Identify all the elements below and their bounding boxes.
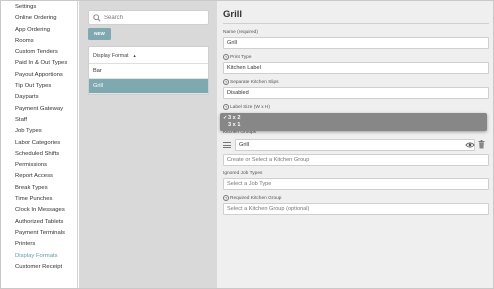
trash-icon[interactable] bbox=[478, 140, 485, 149]
sidebar-item[interactable]: Tip Out Types bbox=[2, 81, 77, 92]
sidebar-item[interactable]: Printers bbox=[2, 239, 77, 250]
help-icon[interactable]: ? bbox=[223, 79, 229, 85]
sidebar-item[interactable]: Payment Gateway bbox=[2, 104, 77, 115]
sidebar-item[interactable]: Payout Apportions bbox=[2, 70, 77, 81]
eye-icon[interactable] bbox=[465, 141, 475, 149]
app-window: Settings Online Ordering App Ordering Rooms… bbox=[0, 0, 494, 289]
kitchen-group-select[interactable]: Create or Select a Kitchen Group bbox=[223, 154, 489, 166]
sort-caret-icon: ▲ bbox=[132, 53, 137, 58]
kitchen-group-item: Grill bbox=[235, 139, 475, 151]
separate-slips-label: ? Separate Kitchen Slips bbox=[223, 79, 279, 85]
help-icon[interactable]: ? bbox=[223, 104, 229, 110]
page-title: Grill bbox=[223, 9, 243, 20]
search-icon bbox=[93, 14, 101, 22]
separate-slips-select[interactable]: Disabled bbox=[223, 87, 489, 99]
required-kitchen-group-label-text: Required Kitchen Group bbox=[230, 196, 282, 201]
display-format-table: Display Format ▲ Bar Grill bbox=[88, 46, 209, 95]
sidebar-item[interactable]: Staff bbox=[2, 115, 77, 126]
print-type-label-text: Print Type bbox=[230, 55, 252, 60]
new-button[interactable]: NEW bbox=[88, 28, 111, 40]
settings-sidebar: Settings Online Ordering App Ordering Rooms… bbox=[2, 1, 78, 288]
required-kitchen-group-label: ? Required Kitchen Group bbox=[223, 195, 281, 201]
sidebar-item[interactable]: Permissions bbox=[2, 160, 77, 171]
ignored-job-types-label: Ignored Job Types bbox=[223, 171, 263, 176]
help-icon[interactable]: ? bbox=[223, 54, 229, 60]
column-header-display-format[interactable]: Display Format ▲ bbox=[89, 47, 208, 64]
sidebar-item[interactable]: Clock In Messages bbox=[2, 205, 77, 216]
search-box[interactable] bbox=[88, 10, 209, 25]
sidebar-item[interactable]: Dayparts bbox=[2, 92, 77, 103]
label-size-label: ? Label Size (W x H) bbox=[223, 104, 270, 110]
name-field[interactable]: Grill bbox=[223, 37, 489, 49]
title-divider bbox=[223, 23, 489, 24]
help-icon[interactable]: ? bbox=[223, 195, 229, 201]
display-format-form: Grill Name (required) Grill ? Print Type … bbox=[217, 1, 493, 288]
required-kitchen-group-select[interactable]: Select a Kitchen Group (optional) bbox=[223, 203, 489, 215]
sidebar-item[interactable]: Scheduled Shifts bbox=[2, 149, 77, 160]
sidebar-item[interactable]: Time Punches bbox=[2, 194, 77, 205]
sidebar-item[interactable]: Custom Tenders bbox=[2, 47, 77, 58]
sidebar-item[interactable]: Labor Categories bbox=[2, 138, 77, 149]
sidebar-item[interactable]: App Ordering bbox=[2, 25, 77, 36]
sidebar-item[interactable]: Online Ordering bbox=[2, 13, 77, 24]
sidebar-item[interactable]: Break Types bbox=[2, 183, 77, 194]
list-item[interactable]: Bar bbox=[89, 64, 208, 79]
sidebar-item[interactable]: Paid In & Out Types bbox=[2, 58, 77, 69]
sidebar-item[interactable]: Rooms bbox=[2, 36, 77, 47]
name-label: Name (required) bbox=[223, 30, 258, 35]
column-header-label: Display Format bbox=[93, 53, 129, 59]
drag-handle-icon[interactable] bbox=[223, 142, 231, 148]
list-item[interactable]: Grill bbox=[89, 79, 208, 94]
label-size-option-text: 3 x 2 bbox=[228, 115, 241, 121]
display-format-list-panel: NEW Display Format▲ BarGrill bbox=[79, 1, 217, 288]
separate-slips-label-text: Separate Kitchen Slips bbox=[230, 80, 279, 85]
label-size-option[interactable]: 3 x 1 bbox=[223, 122, 487, 129]
sidebar-item[interactable]: Job Types bbox=[2, 126, 77, 137]
print-type-label: ? Print Type bbox=[223, 54, 252, 60]
sidebar-item[interactable]: Customer Receipt bbox=[2, 262, 77, 273]
label-size-option-text: 3 x 1 bbox=[228, 121, 241, 128]
label-size-label-text: Label Size (W x H) bbox=[230, 105, 270, 110]
print-type-select[interactable]: Kitchen Label bbox=[223, 62, 489, 74]
sidebar-item[interactable]: Report Access bbox=[2, 171, 77, 182]
sidebar-item[interactable]: Settings bbox=[2, 2, 77, 13]
sidebar-item[interactable]: Payment Terminals bbox=[2, 228, 77, 239]
label-size-dropdown[interactable]: ✓3 x 23 x 1 bbox=[220, 113, 487, 131]
search-input[interactable] bbox=[104, 12, 204, 24]
list-rows: Bar Grill bbox=[89, 64, 208, 94]
sidebar-item[interactable]: Display Formats bbox=[2, 251, 77, 262]
job-type-select[interactable]: Select a Job Type bbox=[223, 178, 489, 190]
sidebar-item[interactable]: Authorized Tablets bbox=[2, 217, 77, 228]
